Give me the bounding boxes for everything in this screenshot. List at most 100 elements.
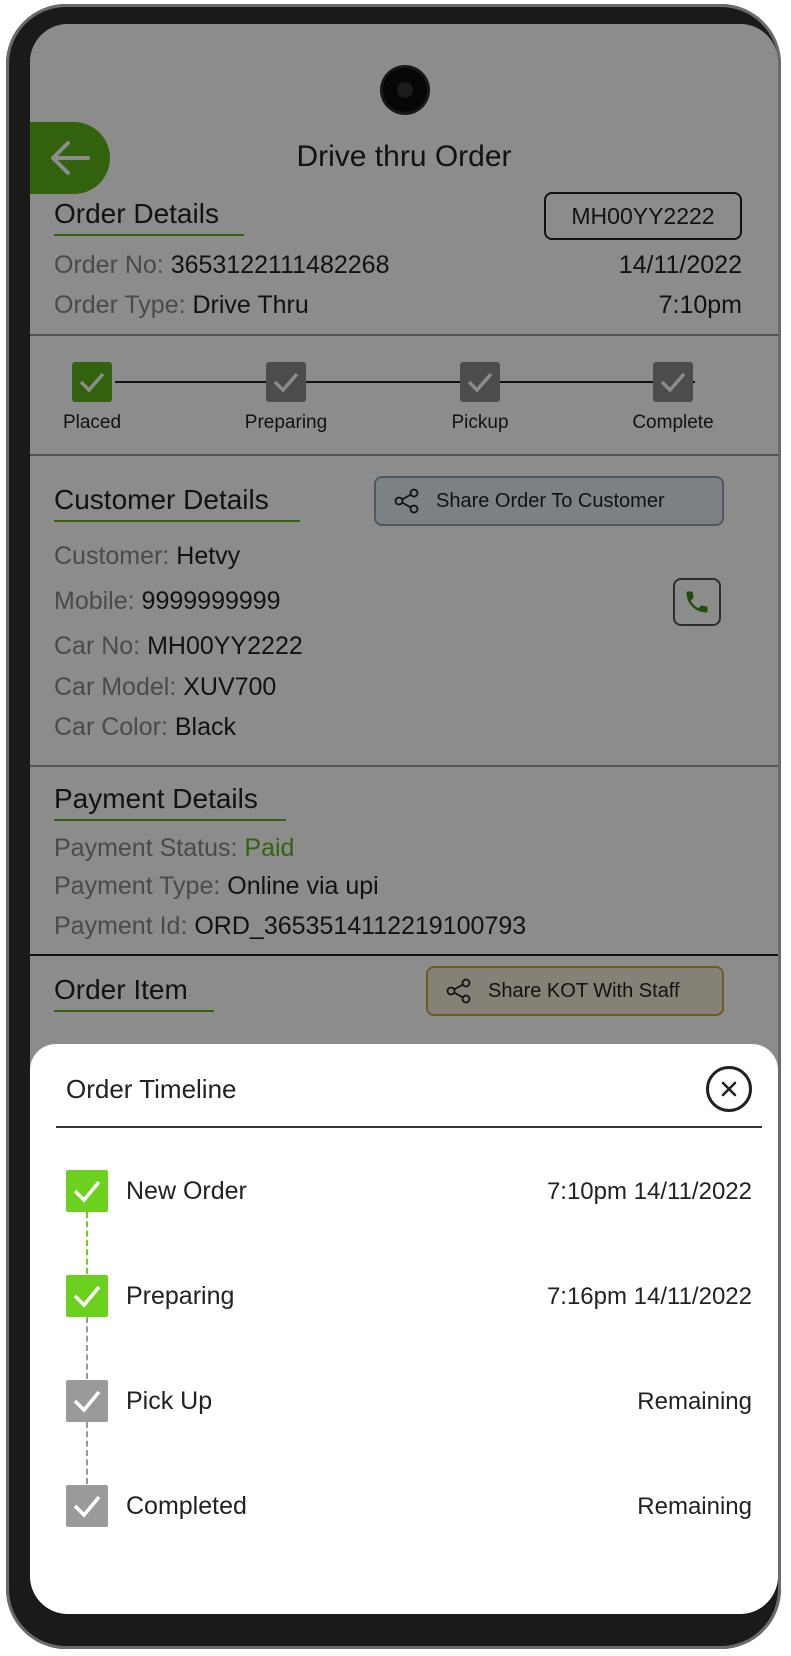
check-icon (73, 1285, 101, 1308)
check-icon (79, 372, 105, 393)
battery-icon (744, 59, 756, 81)
app-header: Drive thru Order (30, 102, 778, 194)
share-icon (446, 978, 471, 1004)
network-speed: 0 KB/s (118, 57, 139, 77)
payment-type-value: Online via upi (227, 872, 379, 900)
timeline-item-time: 7:16pm 14/11/2022 (546, 1283, 752, 1310)
share-kot-with-staff-button[interactable]: Share KOT With Staff (426, 966, 724, 1016)
customer-label: Customer: (54, 542, 170, 570)
order-type-label: Order Type: (54, 291, 186, 319)
step-complete-check (653, 362, 693, 402)
order-details-title: Order Details (54, 198, 219, 229)
payment-id-value: ORD_3653514112219100793 (194, 912, 527, 940)
customer-value: Hetvy (176, 542, 241, 570)
share-order-label: Share Order To Customer (436, 489, 665, 512)
order-timeline-sheet: Order Timeline New Order 7:10pm 14/11/20… (30, 1044, 778, 1614)
step-label-placed: Placed (62, 412, 122, 433)
mobile-label: Mobile: (54, 587, 135, 615)
check-icon (73, 1180, 101, 1203)
car-no-value: MH00YY2222 (147, 632, 303, 660)
progress-line (115, 381, 695, 383)
check-icon (467, 372, 493, 393)
timeline-new-order-check (66, 1170, 108, 1212)
divider (30, 954, 778, 956)
close-button[interactable] (706, 1066, 752, 1112)
payment-details-title: Payment Details (54, 783, 258, 814)
car-model-value: XUV700 (183, 673, 277, 701)
check-icon (73, 1495, 101, 1518)
share-icon (394, 488, 419, 514)
customer-row: Customer: Hetvy (54, 542, 240, 571)
vehicle-number-badge: MH00YY2222 (544, 192, 742, 240)
sheet-divider (56, 1126, 762, 1128)
car-no-row: Car No: MH00YY2222 (54, 632, 303, 661)
order-timeline-title: Order Timeline (66, 1074, 237, 1104)
timeline-completed-check (66, 1485, 108, 1527)
check-icon (73, 1390, 101, 1413)
step-label-pickup: Pickup (451, 412, 509, 433)
customer-details-underline (54, 520, 300, 522)
battery-percent: 47% (687, 56, 736, 83)
step-preparing-check (266, 362, 306, 402)
check-icon (273, 372, 299, 393)
payment-status-value: Paid (244, 834, 295, 862)
step-pickup-check (460, 362, 500, 402)
timeline-item-label: Preparing (126, 1282, 235, 1310)
order-no-value: 3653122111482268 (170, 251, 390, 279)
timeline-pick-up-check (66, 1380, 108, 1422)
timeline-item-label: Pick Up (126, 1387, 213, 1415)
check-icon (660, 372, 686, 393)
timeline-item-time: 7:10pm 14/11/2022 (546, 1178, 752, 1205)
car-model-label: Car Model: (54, 673, 177, 701)
status-time: 7:55 (56, 56, 107, 86)
order-no-label: Order No: (54, 251, 164, 279)
timeline-preparing-check (66, 1275, 108, 1317)
signal-icon (660, 62, 679, 80)
timeline-item-label: Completed (126, 1492, 247, 1520)
timeline-connector (86, 1422, 88, 1484)
mobile-value: 9999999999 (141, 587, 281, 615)
payment-id-row: Payment Id: ORD_3653514112219100793 (54, 912, 526, 941)
divider (30, 765, 778, 767)
share-order-to-customer-button[interactable]: Share Order To Customer (374, 476, 724, 526)
step-label-preparing: Preparing (244, 412, 328, 433)
order-type-row: Order Type: Drive Thru (54, 291, 309, 320)
payment-id-label: Payment Id: (54, 912, 188, 940)
timeline-item-time: Remaining (637, 1493, 752, 1520)
car-model-row: Car Model: XUV700 (54, 673, 276, 702)
timeline-connector (86, 1317, 88, 1379)
car-no-label: Car No: (54, 632, 141, 660)
timeline-item-time: Remaining (637, 1388, 752, 1415)
order-item-title: Order Item (54, 974, 188, 1005)
payment-details-underline (54, 819, 286, 821)
payment-type-row: Payment Type: Online via upi (54, 872, 379, 901)
network-speed-unit: KB/s (118, 66, 140, 77)
car-color-value: Black (174, 713, 237, 741)
order-time: 7:10pm (658, 291, 742, 319)
page-title: Drive thru Order (296, 140, 512, 173)
step-placed-check (72, 362, 112, 402)
order-item-underline (54, 1010, 214, 1012)
payment-type-label: Payment Type: (54, 872, 221, 900)
status-icons: Vo) LTE1 47% (592, 56, 756, 84)
car-color-label: Car Color: (54, 713, 168, 741)
wifi-icon (593, 61, 617, 80)
order-date: 14/11/2022 (618, 251, 742, 279)
divider (30, 454, 778, 456)
timeline-item-label: New Order (126, 1177, 247, 1205)
share-kot-label: Share KOT With Staff (488, 979, 680, 1002)
order-no-row: Order No: 3653122111482268 (54, 251, 389, 280)
payment-status-row: Payment Status: Paid (54, 834, 294, 863)
payment-status-label: Payment Status: (54, 834, 238, 862)
order-type-value: Drive Thru (192, 291, 309, 319)
customer-details-title: Customer Details (54, 484, 269, 515)
car-color-row: Car Color: Black (54, 713, 236, 742)
mobile-row: Mobile: 9999999999 (54, 587, 281, 616)
lte-indicator: Vo) LTE1 (625, 59, 650, 81)
app-screen: 7:55 0 KB/s Vo) LTE1 47% Drive thru Orde… (30, 24, 778, 1614)
call-button[interactable] (673, 578, 721, 626)
close-icon (721, 1081, 737, 1097)
step-label-complete: Complete (632, 412, 714, 433)
timeline-connector (86, 1212, 88, 1274)
phone-icon (686, 591, 708, 613)
